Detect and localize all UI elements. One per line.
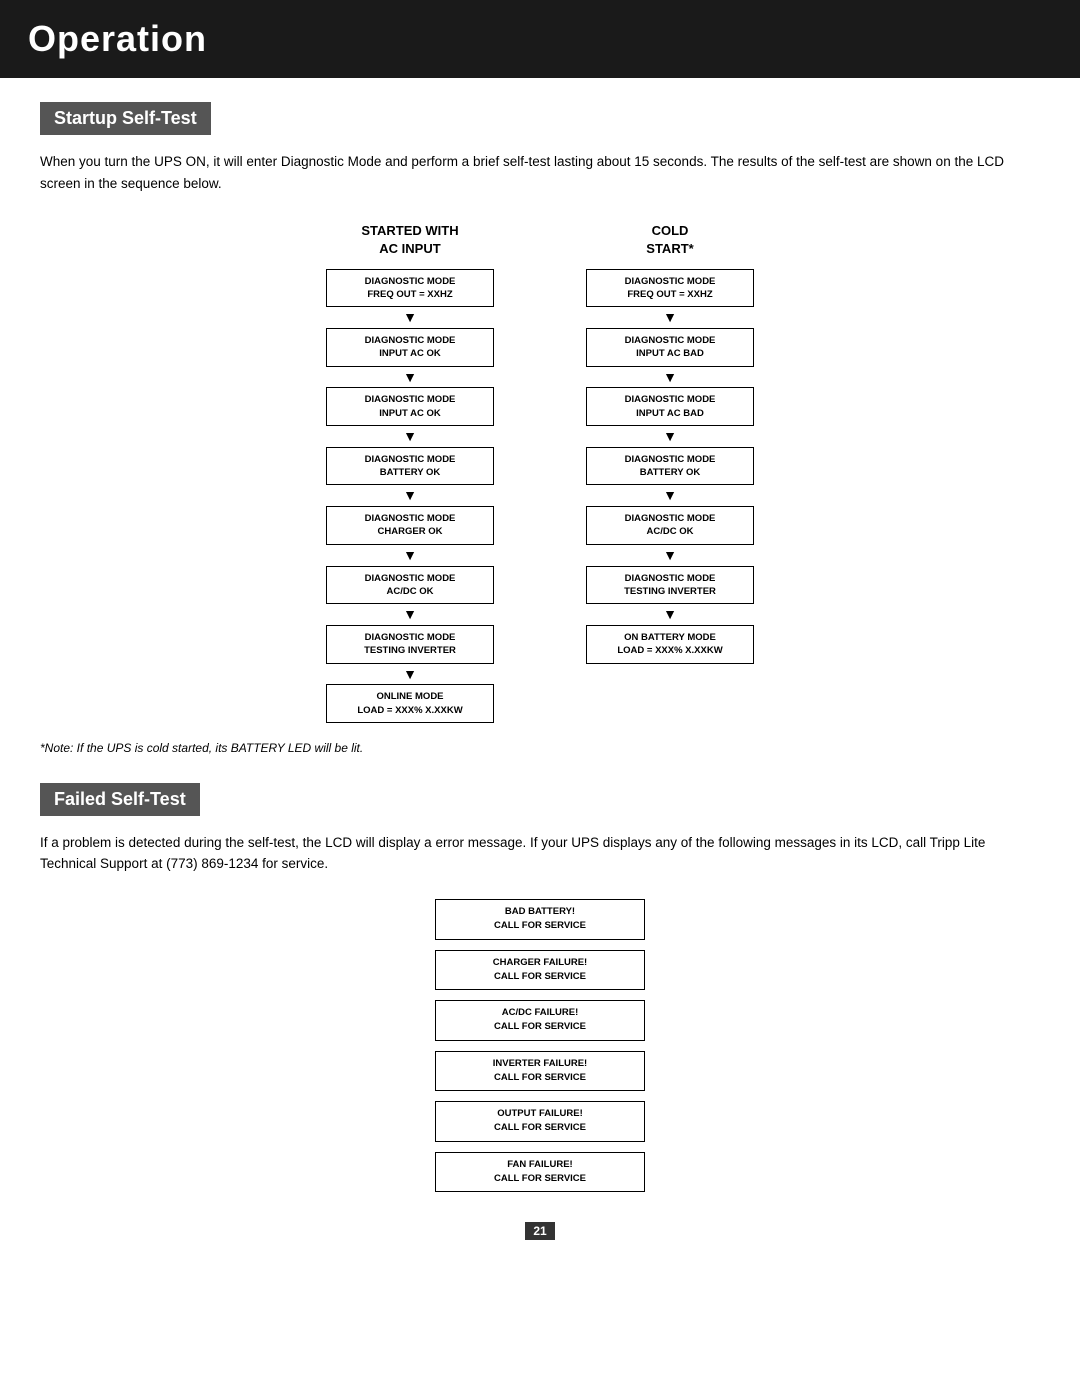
col2-box-6: ON BATTERY MODE LOAD = XXX% X.XXKW	[586, 625, 754, 664]
arrow: ▼	[663, 547, 677, 564]
flow-column-cold-start: COLD START* DIAGNOSTIC MODE FREQ OUT = X…	[570, 222, 770, 723]
page-number-container: 21	[40, 1222, 1040, 1240]
error-boxes-container: BAD BATTERY! CALL FOR SERVICE CHARGER FA…	[40, 899, 1040, 1192]
arrow: ▼	[403, 309, 417, 326]
error-box-5: FAN FAILURE! CALL FOR SERVICE	[435, 1152, 645, 1193]
col2-box-1: DIAGNOSTIC MODE INPUT AC BAD	[586, 328, 754, 367]
failed-section-title: Failed Self-Test	[40, 783, 200, 816]
col1-box-2: DIAGNOSTIC MODE INPUT AC OK	[326, 387, 494, 426]
col1-box-4: DIAGNOSTIC MODE CHARGER OK	[326, 506, 494, 545]
col1-box-0: DIAGNOSTIC MODE FREQ OUT = XXHz	[326, 269, 494, 308]
col2-box-0: DIAGNOSTIC MODE FREQ OUT = XXHz	[586, 269, 754, 308]
page-number: 21	[525, 1222, 554, 1240]
startup-note: *Note: If the UPS is cold started, its B…	[40, 741, 1040, 755]
arrow: ▼	[663, 369, 677, 386]
page-header: Operation	[0, 0, 1080, 78]
error-box-0: BAD BATTERY! CALL FOR SERVICE	[435, 899, 645, 940]
col1-box-3: DIAGNOSTIC MODE BATTERY OK	[326, 447, 494, 486]
col2-box-3: DIAGNOSTIC MODE BATTERY OK	[586, 447, 754, 486]
arrow: ▼	[403, 606, 417, 623]
arrow: ▼	[403, 666, 417, 683]
failed-section: Failed Self-Test If a problem is detecte…	[40, 783, 1040, 1192]
error-box-2: AC/DC FAILURE! CALL FOR SERVICE	[435, 1000, 645, 1041]
col2-header: COLD START*	[646, 222, 693, 258]
col2-box-4: DIAGNOSTIC MODE AC/DC OK	[586, 506, 754, 545]
flow-column-ac-input: STARTED WITH AC INPUT DIAGNOSTIC MODE FR…	[310, 222, 510, 723]
arrow: ▼	[403, 487, 417, 504]
arrow: ▼	[663, 309, 677, 326]
arrow: ▼	[663, 428, 677, 445]
error-box-1: CHARGER FAILURE! CALL FOR SERVICE	[435, 950, 645, 991]
flow-diagram: STARTED WITH AC INPUT DIAGNOSTIC MODE FR…	[40, 222, 1040, 723]
error-box-4: OUTPUT FAILURE! CALL FOR SERVICE	[435, 1101, 645, 1142]
col2-box-5: DIAGNOSTIC MODE TESTING INVERTER	[586, 566, 754, 605]
error-box-3: INVERTER FAILURE! CALL FOR SERVICE	[435, 1051, 645, 1092]
arrow: ▼	[403, 547, 417, 564]
col1-box-7: ONLINE MODE LOAD = XXX% X.XXKW	[326, 684, 494, 723]
col2-box-2: DIAGNOSTIC MODE INPUT AC BAD	[586, 387, 754, 426]
startup-section: Startup Self-Test When you turn the UPS …	[40, 102, 1040, 755]
page-content: Startup Self-Test When you turn the UPS …	[0, 102, 1080, 1280]
startup-intro-text: When you turn the UPS ON, it will enter …	[40, 151, 1040, 194]
col1-box-1: DIAGNOSTIC MODE INPUT AC OK	[326, 328, 494, 367]
arrow: ▼	[403, 428, 417, 445]
startup-section-title: Startup Self-Test	[40, 102, 211, 135]
arrow: ▼	[403, 369, 417, 386]
col1-box-6: DIAGNOSTIC MODE TESTING INVERTER	[326, 625, 494, 664]
failed-intro-text: If a problem is detected during the self…	[40, 832, 1040, 875]
col1-box-5: DIAGNOSTIC MODE AC/DC OK	[326, 566, 494, 605]
page-title: Operation	[28, 18, 1052, 60]
col1-header: STARTED WITH AC INPUT	[361, 222, 458, 258]
arrow: ▼	[663, 606, 677, 623]
arrow: ▼	[663, 487, 677, 504]
